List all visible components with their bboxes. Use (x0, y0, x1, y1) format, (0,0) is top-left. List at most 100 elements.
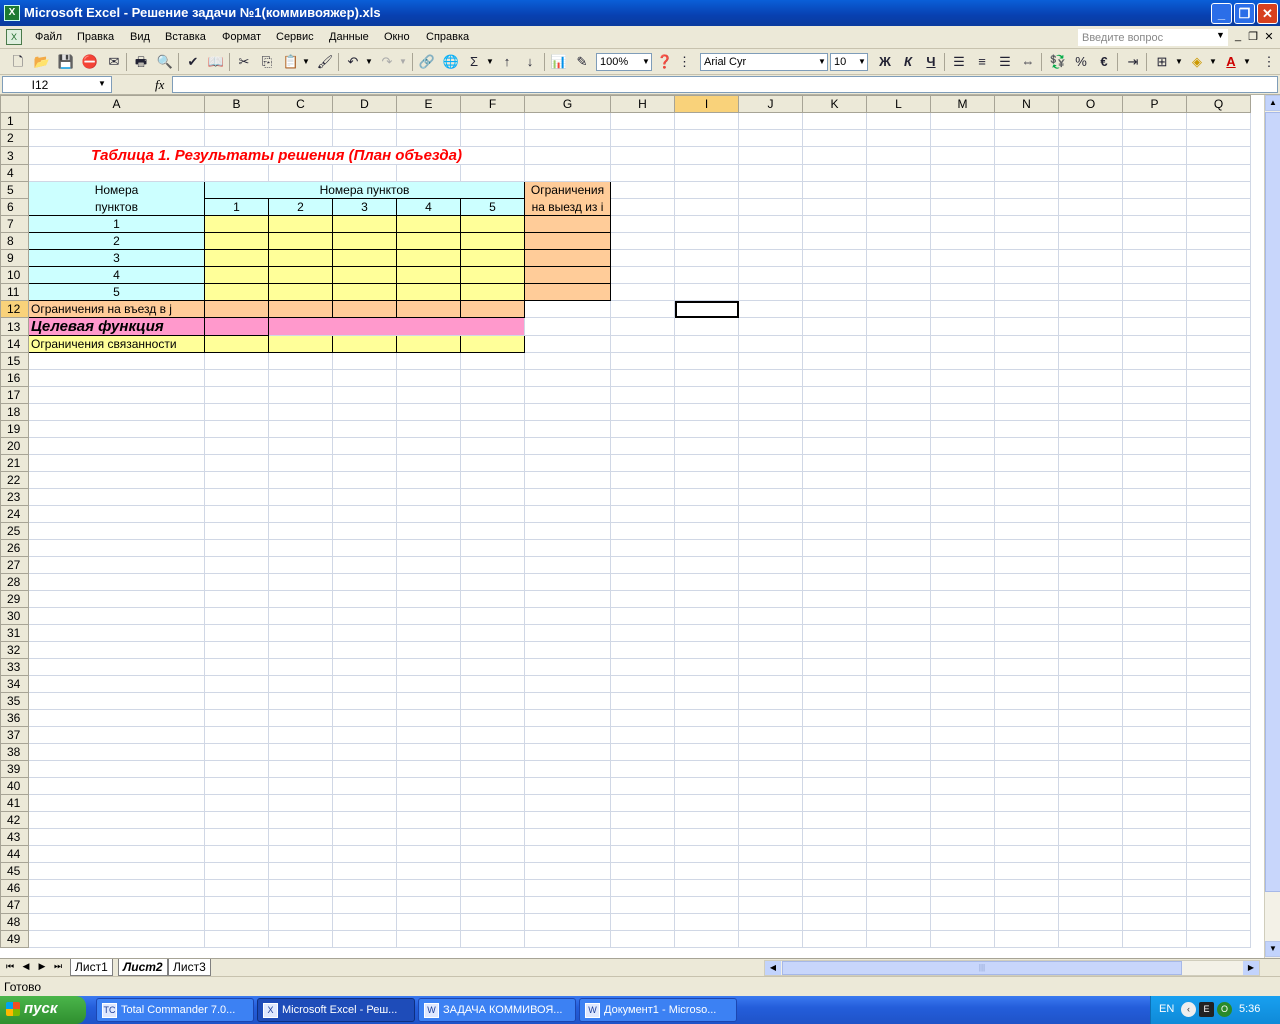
cell[interactable] (802, 862, 867, 880)
cell[interactable] (1058, 658, 1123, 676)
cell[interactable] (802, 913, 867, 931)
cell[interactable] (1186, 471, 1251, 489)
cell[interactable] (930, 590, 995, 608)
cell[interactable] (930, 146, 995, 165)
cell[interactable] (1122, 930, 1187, 948)
cell[interactable] (396, 862, 461, 880)
cell[interactable] (930, 454, 995, 472)
column-header[interactable]: J (738, 95, 803, 113)
cell[interactable] (332, 488, 397, 506)
cell[interactable] (332, 420, 397, 438)
cell[interactable] (610, 539, 675, 557)
sort-descending-icon[interactable]: ↓ (520, 53, 540, 71)
cell[interactable] (28, 112, 205, 130)
cell[interactable] (204, 658, 269, 676)
cell[interactable] (866, 215, 931, 233)
cell[interactable] (994, 726, 1059, 744)
next-sheet-icon[interactable]: ▶ (36, 961, 48, 972)
cell[interactable] (1186, 743, 1251, 761)
cell[interactable] (610, 386, 675, 404)
cell[interactable] (738, 794, 803, 812)
cell[interactable] (866, 249, 931, 267)
cell[interactable] (28, 590, 205, 608)
cell[interactable] (738, 692, 803, 710)
cell[interactable] (332, 828, 397, 846)
cell[interactable] (460, 641, 525, 659)
row-header[interactable]: 45 (0, 862, 29, 880)
cell[interactable] (268, 386, 333, 404)
cell[interactable] (802, 845, 867, 863)
cell[interactable] (1186, 164, 1251, 182)
cell[interactable] (930, 232, 995, 250)
cell[interactable] (204, 879, 269, 897)
cell[interactable] (268, 862, 333, 880)
cell[interactable] (738, 522, 803, 540)
cell[interactable] (524, 862, 611, 880)
cell[interactable] (460, 369, 525, 387)
cell[interactable] (994, 930, 1059, 948)
cell[interactable] (738, 403, 803, 421)
row-header[interactable]: 48 (0, 913, 29, 931)
row-header[interactable]: 34 (0, 675, 29, 693)
cell[interactable] (1058, 335, 1123, 353)
autosum-icon[interactable]: Σ (464, 53, 484, 71)
cell[interactable] (28, 709, 205, 727)
cell[interactable] (802, 556, 867, 574)
cell[interactable] (28, 164, 205, 182)
cell[interactable] (674, 794, 739, 812)
cell[interactable] (524, 386, 611, 404)
cell[interactable] (930, 129, 995, 147)
formula-input[interactable] (172, 76, 1278, 93)
cell[interactable] (930, 624, 995, 642)
cell[interactable] (994, 811, 1059, 829)
column-header[interactable]: K (802, 95, 867, 113)
cell[interactable] (610, 624, 675, 642)
cell[interactable] (802, 317, 867, 336)
cell[interactable] (28, 352, 205, 370)
cell[interactable] (1058, 539, 1123, 557)
cell[interactable] (674, 164, 739, 182)
cell[interactable] (930, 862, 995, 880)
cell[interactable] (1122, 556, 1187, 574)
row-header[interactable]: 29 (0, 590, 29, 608)
row-header[interactable]: 21 (0, 454, 29, 472)
cell[interactable] (994, 232, 1059, 250)
row-header[interactable]: 18 (0, 403, 29, 421)
cell[interactable] (460, 811, 525, 829)
cell[interactable] (332, 129, 397, 147)
cell[interactable] (1186, 146, 1251, 165)
cell[interactable] (1186, 845, 1251, 863)
cell[interactable] (1186, 488, 1251, 506)
cell[interactable] (994, 760, 1059, 778)
entry-limit-cell[interactable] (460, 300, 525, 318)
cell[interactable] (396, 607, 461, 625)
row-header[interactable]: 49 (0, 930, 29, 948)
currency-icon[interactable]: 💱 (1048, 53, 1068, 71)
scroll-thumb[interactable]: ||| (782, 961, 1182, 975)
cell[interactable] (930, 607, 995, 625)
cell[interactable] (396, 505, 461, 523)
cell[interactable] (1058, 317, 1123, 336)
cell[interactable] (674, 607, 739, 625)
undo-dropdown-icon[interactable]: ▼ (364, 53, 374, 71)
redo-dropdown-icon[interactable]: ▼ (398, 53, 408, 71)
cell[interactable] (204, 522, 269, 540)
cell[interactable] (268, 369, 333, 387)
cell[interactable] (866, 692, 931, 710)
cell[interactable] (460, 129, 525, 147)
cell[interactable] (396, 556, 461, 574)
cell[interactable] (674, 437, 739, 455)
cell[interactable] (396, 658, 461, 676)
cell[interactable] (610, 896, 675, 914)
cell[interactable] (1058, 283, 1123, 301)
cell[interactable] (1058, 437, 1123, 455)
col-points-header[interactable]: Номера пунктов (204, 181, 525, 199)
cell[interactable] (1186, 692, 1251, 710)
cell[interactable] (674, 369, 739, 387)
cell[interactable] (1058, 488, 1123, 506)
cell[interactable] (802, 505, 867, 523)
cell[interactable] (802, 811, 867, 829)
cell[interactable] (1058, 249, 1123, 267)
cell[interactable] (524, 112, 611, 130)
cell[interactable] (1122, 607, 1187, 625)
